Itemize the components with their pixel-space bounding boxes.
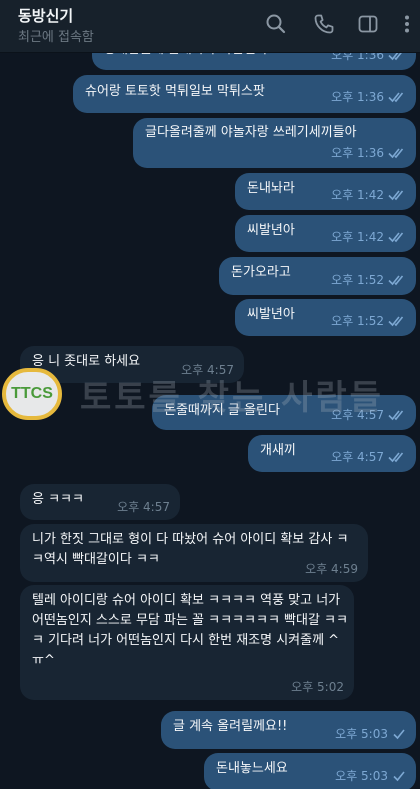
message-time: 오후 1:52 bbox=[331, 314, 384, 328]
more-icon[interactable] bbox=[396, 13, 418, 35]
double-check-icon bbox=[388, 313, 406, 333]
message-text: 동개같을께 돈내놔라 사달년아 bbox=[104, 52, 268, 60]
message-bubble-outgoing[interactable]: 돈내놔라 오후 1:42 bbox=[235, 173, 416, 210]
message-time: 오후 4:57 bbox=[331, 450, 384, 464]
message-meta: 오후 1:42 bbox=[331, 185, 406, 207]
message-text: 응 ㅋㅋㅋ bbox=[32, 492, 84, 507]
message-text: 슈어랑 토토핫 먹튀일보 막튀스팟 bbox=[85, 84, 265, 99]
double-check-icon bbox=[388, 89, 406, 109]
chat-header: 동방신기 최근에 접속함 bbox=[0, 0, 420, 53]
message-meta: 오후 1:52 bbox=[331, 270, 406, 292]
message-time: 오후 1:42 bbox=[331, 230, 384, 244]
message-time: 오후 4:57 bbox=[331, 408, 384, 422]
message-time: 오후 1:36 bbox=[331, 90, 384, 104]
double-check-icon bbox=[388, 187, 406, 207]
message-text: 돈내놓느세요 bbox=[216, 761, 288, 776]
message-meta: 오후 1:36 bbox=[331, 87, 406, 109]
message-time: 오후 4:57 bbox=[181, 363, 234, 377]
message-time: 오후 1:52 bbox=[331, 273, 384, 287]
message-meta: 오후 4:57 bbox=[181, 360, 234, 380]
single-check-icon bbox=[392, 768, 406, 788]
message-text: 씨발년아 bbox=[247, 223, 295, 238]
double-check-icon bbox=[388, 229, 406, 249]
message-time: 오후 4:57 bbox=[117, 500, 170, 514]
message-bubble-outgoing[interactable]: 동개같을께 돈내놔라 사달년아 오후 1:36 bbox=[92, 52, 416, 70]
message-bubble-outgoing[interactable]: 씨발년아 오후 1:42 bbox=[235, 215, 416, 252]
single-check-icon bbox=[392, 726, 406, 746]
message-time: 오후 1:36 bbox=[331, 146, 384, 160]
message-bubble-outgoing[interactable]: 돈내놓느세요 오후 5:03 bbox=[204, 753, 416, 789]
double-check-icon bbox=[388, 145, 406, 165]
message-bubble-outgoing[interactable]: 개새끼 오후 4:57 bbox=[248, 435, 416, 472]
message-text: 돈줄때까지 글 올린다 bbox=[164, 403, 280, 418]
contact-status: 최근에 접속함 bbox=[18, 30, 94, 45]
message-meta: 오후 1:42 bbox=[331, 227, 406, 249]
message-bubble-incoming[interactable]: 니가 한짓 그대로 형이 다 따놨어 슈어 아이디 확보 감사 ㅋㅋ역시 빡대갈… bbox=[20, 524, 368, 582]
message-meta: 오후 4:57 bbox=[331, 447, 406, 469]
message-time: 오후 5:02 bbox=[291, 680, 344, 694]
message-text: 개새끼 bbox=[260, 443, 296, 458]
message-text: 응 니 좃대로 하세요 bbox=[32, 354, 141, 369]
message-bubble-outgoing[interactable]: 돈줄때까지 글 올린다 오후 4:57 bbox=[152, 395, 416, 430]
sidebar-toggle-icon[interactable] bbox=[357, 13, 379, 35]
message-text: 글 계속 올려릴께요!! bbox=[173, 719, 288, 734]
message-meta: 오후 5:02 bbox=[291, 677, 344, 697]
message-bubble-outgoing[interactable]: 글다올려줄께 야놀자랑 쓰레기세끼들아 오후 1:36 bbox=[133, 118, 416, 168]
search-icon[interactable] bbox=[265, 13, 287, 35]
message-meta: 오후 4:57 bbox=[117, 497, 170, 517]
message-meta: 오후 4:57 bbox=[331, 405, 406, 427]
double-check-icon bbox=[388, 52, 406, 67]
double-check-icon bbox=[388, 449, 406, 469]
message-time: 오후 5:03 bbox=[335, 727, 388, 741]
double-check-icon bbox=[388, 272, 406, 292]
message-bubble-incoming[interactable]: 응 니 좃대로 하세요 오후 4:57 bbox=[20, 346, 244, 383]
message-time: 오후 1:36 bbox=[331, 52, 384, 62]
message-meta: 오후 5:03 bbox=[335, 766, 406, 788]
message-list[interactable]: 동개같을께 돈내놔라 사달년아 오후 1:36 슈어랑 토토핫 먹튀일보 막튀스… bbox=[0, 52, 420, 789]
message-time: 오후 5:03 bbox=[335, 769, 388, 783]
double-check-icon bbox=[388, 407, 406, 427]
message-bubble-incoming[interactable]: 텔레 아이디랑 슈어 아이디 확보 ㅋㅋㅋㅋ 역풍 맞고 너가 어떤놈인지 스스… bbox=[20, 585, 354, 700]
message-meta: 오후 1:36 bbox=[331, 52, 406, 67]
message-text: 글다올려줄께 야놀자랑 쓰레기세끼들아 bbox=[145, 125, 357, 140]
message-meta: 오후 1:52 bbox=[331, 311, 406, 333]
message-bubble-outgoing[interactable]: 글 계속 올려릴께요!! 오후 5:03 bbox=[161, 711, 416, 749]
message-meta: 오후 4:59 bbox=[305, 559, 358, 579]
message-text: 씨발년아 bbox=[247, 307, 295, 322]
message-meta: 오후 5:03 bbox=[335, 724, 406, 746]
phone-icon[interactable] bbox=[313, 13, 335, 35]
message-text: 텔레 아이디랑 슈어 아이디 확보 ㅋㅋㅋㅋ 역풍 맞고 너가 어떤놈인지 스스… bbox=[32, 593, 348, 668]
message-text: 돈내놔라 bbox=[247, 181, 295, 196]
message-time: 오후 4:59 bbox=[305, 562, 358, 576]
message-time: 오후 1:42 bbox=[331, 188, 384, 202]
contact-name[interactable]: 동방신기 bbox=[18, 5, 73, 26]
message-bubble-incoming[interactable]: 응 ㅋㅋㅋ 오후 4:57 bbox=[20, 484, 180, 520]
message-bubble-outgoing[interactable]: 씨발년아 오후 1:52 bbox=[235, 299, 416, 336]
message-bubble-outgoing[interactable]: 슈어랑 토토핫 먹튀일보 막튀스팟 오후 1:36 bbox=[73, 75, 416, 113]
message-bubble-outgoing[interactable]: 돈가오라고 오후 1:52 bbox=[219, 257, 416, 295]
message-text: 돈가오라고 bbox=[231, 265, 291, 280]
message-meta: 오후 1:36 bbox=[331, 143, 406, 165]
